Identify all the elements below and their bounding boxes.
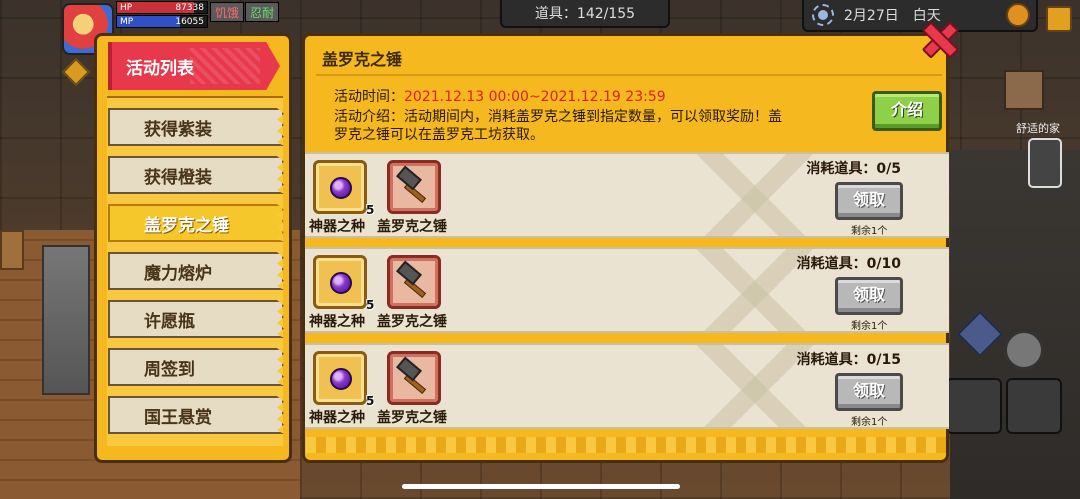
sidebar-item-king-bounty[interactable]: 国王悬赏: [108, 396, 284, 434]
hp-bar: HP 87338: [116, 1, 208, 14]
title-divider: [316, 74, 942, 76]
home-label: 舒适的家: [1016, 122, 1060, 135]
seed-item-slot[interactable]: 5: [313, 255, 374, 312]
hp-value: 87338: [175, 2, 204, 13]
claim-button[interactable]: 领取: [835, 277, 903, 315]
seed-icon: [330, 177, 352, 199]
sidebar-item-garok-hammer[interactable]: 盖罗克之锤: [108, 204, 284, 242]
phone-icon[interactable]: [1028, 138, 1062, 188]
reward-qty: 5: [366, 298, 375, 312]
activity-time-value: 2021.12.13 00:00~2021.12.19 23:59: [404, 89, 666, 105]
claim-button[interactable]: 领取: [835, 182, 903, 220]
mp-value: 16055: [175, 16, 204, 27]
consume-progress: 消耗道具：0/5: [806, 161, 901, 177]
activity-time-label: 活动时间：: [334, 89, 404, 105]
hammer-item-slot[interactable]: [387, 351, 441, 405]
remaining-count: 剩余1个: [851, 417, 888, 428]
reward-qty: 5: [366, 394, 375, 408]
activity-desc-line-2: 罗克之锤可以在盖罗克工坊获取。: [334, 127, 544, 143]
seed-icon: [330, 368, 352, 390]
consume-progress: 消耗道具：0/10: [796, 256, 901, 272]
reward-name: 神器之种: [309, 314, 365, 330]
player-stats: HP 87338 MP 16055: [116, 1, 208, 29]
sidebar-item-wish-bottle[interactable]: 许愿瓶: [108, 300, 284, 338]
hammer-icon: [396, 260, 422, 286]
seed-icon: [330, 272, 352, 294]
task-row: 5 神器之种 盖罗克之锤 消耗道具：0/10 领取 剩余1个: [305, 247, 949, 333]
consume-progress: 消耗道具：0/15: [796, 352, 901, 368]
exit-icon[interactable]: [1046, 6, 1072, 32]
sidebar-item-orange-gear[interactable]: 获得橙装: [108, 156, 284, 194]
bow-slot-icon[interactable]: [1006, 378, 1062, 434]
seed-item-slot[interactable]: 5: [313, 160, 374, 217]
cost-name: 盖罗克之锤: [377, 314, 447, 330]
sword-slot-icon[interactable]: [946, 378, 1002, 434]
sidebar-item-magic-furnace[interactable]: 魔力熔炉: [108, 252, 284, 290]
close-icon[interactable]: [920, 20, 956, 56]
hp-label: HP: [120, 2, 133, 13]
reward-qty: 5: [366, 203, 375, 217]
status-hungry-badge: 饥饿: [210, 2, 245, 22]
refrigerator-furniture: [42, 245, 90, 395]
sun-icon: [812, 4, 834, 26]
remaining-count: 剩余1个: [851, 226, 888, 237]
activity-time: 活动时间：2021.12.13 00:00~2021.12.19 23:59: [334, 86, 666, 106]
home-icon[interactable]: [1004, 70, 1044, 110]
reward-name: 神器之种: [309, 410, 365, 426]
activity-list-header: 活动列表: [108, 42, 280, 90]
task-row: 5 神器之种 盖罗克之锤 消耗道具：0/5 领取 剩余1个: [305, 152, 949, 238]
intro-button[interactable]: 介绍: [872, 91, 942, 131]
hammer-item-slot[interactable]: [387, 160, 441, 214]
activity-desc-line-1: 活动介绍：活动期间内，消耗盖罗克之锤到指定数量，可以领取奖励！盖: [334, 109, 782, 125]
task-row: 5 神器之种 盖罗克之锤 消耗道具：0/15 领取 剩余1个: [305, 343, 949, 429]
hammer-icon: [396, 356, 422, 382]
items-counter[interactable]: 道具：142/155: [500, 0, 670, 28]
home-indicator[interactable]: [402, 484, 680, 489]
cost-name: 盖罗克之锤: [377, 410, 447, 426]
hammer-icon: [396, 165, 422, 191]
cost-name: 盖罗克之锤: [377, 219, 447, 235]
cabinet-furniture: [0, 230, 24, 270]
mp-bar: MP 16055: [116, 15, 208, 28]
hammer-item-slot[interactable]: [387, 255, 441, 309]
sidebar-item-weekly-checkin[interactable]: 周签到: [108, 348, 284, 386]
activity-title: 盖罗克之锤: [322, 50, 403, 69]
seed-item-slot[interactable]: 5: [313, 351, 374, 408]
mp-label: MP: [120, 16, 134, 27]
globe-icon[interactable]: [1006, 3, 1030, 27]
reward-name: 神器之种: [309, 219, 365, 235]
sidebar-item-purple-gear[interactable]: 获得紫装: [108, 108, 284, 146]
status-tired-badge: 忍耐: [245, 2, 280, 22]
remaining-count: 剩余1个: [851, 321, 888, 332]
claim-button[interactable]: 领取: [835, 373, 903, 411]
date-text: 2月27日: [844, 8, 899, 24]
panel-bottom-stripe: [306, 437, 946, 453]
swirl-skill-icon[interactable]: [1004, 330, 1044, 370]
